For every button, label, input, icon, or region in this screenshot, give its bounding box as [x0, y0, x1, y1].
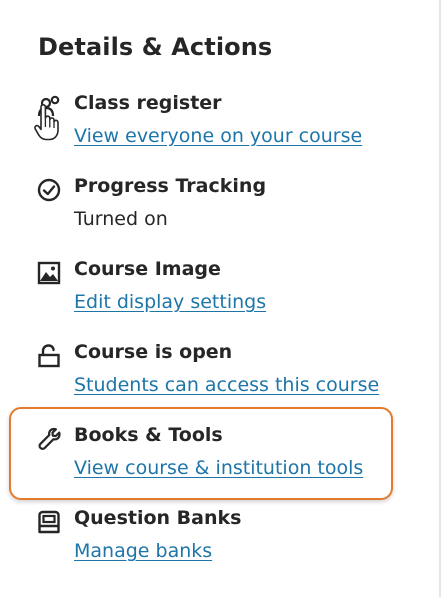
progress-tracking-item: Progress Tracking Turned on	[37, 175, 407, 239]
progress-tracking-label: Progress Tracking	[74, 175, 267, 197]
question-banks-label: Question Banks	[74, 507, 242, 529]
progress-check-icon	[37, 177, 63, 203]
image-icon	[37, 260, 63, 286]
question-bank-icon	[37, 509, 63, 535]
books-tools-label: Books & Tools	[74, 424, 223, 446]
course-image-item: Course Image Edit display settings	[37, 258, 407, 322]
panel-title: Details & Actions	[38, 33, 273, 61]
edit-display-settings-link[interactable]: Edit display settings	[74, 291, 266, 313]
books-tools-item: Books & Tools View course & institution …	[37, 424, 407, 488]
details-actions-panel: Details & Actions Class register View ev…	[0, 0, 441, 597]
manage-banks-link[interactable]: Manage banks	[74, 540, 212, 562]
hand-cursor-icon	[33, 104, 61, 142]
course-image-label: Course Image	[74, 258, 221, 280]
class-register-item: Class register View everyone on your cou…	[37, 92, 407, 156]
class-register-label: Class register	[74, 92, 222, 114]
question-banks-item: Question Banks Manage banks	[37, 507, 407, 571]
students-access-link[interactable]: Students can access this course	[74, 374, 379, 396]
unlock-icon	[37, 343, 63, 369]
course-open-item: Course is open Students can access this …	[37, 341, 407, 405]
view-tools-link[interactable]: View course & institution tools	[74, 457, 363, 479]
view-everyone-link[interactable]: View everyone on your course	[74, 125, 362, 147]
progress-tracking-status: Turned on	[74, 208, 168, 230]
wrench-icon	[37, 426, 63, 452]
course-open-label: Course is open	[74, 341, 233, 363]
